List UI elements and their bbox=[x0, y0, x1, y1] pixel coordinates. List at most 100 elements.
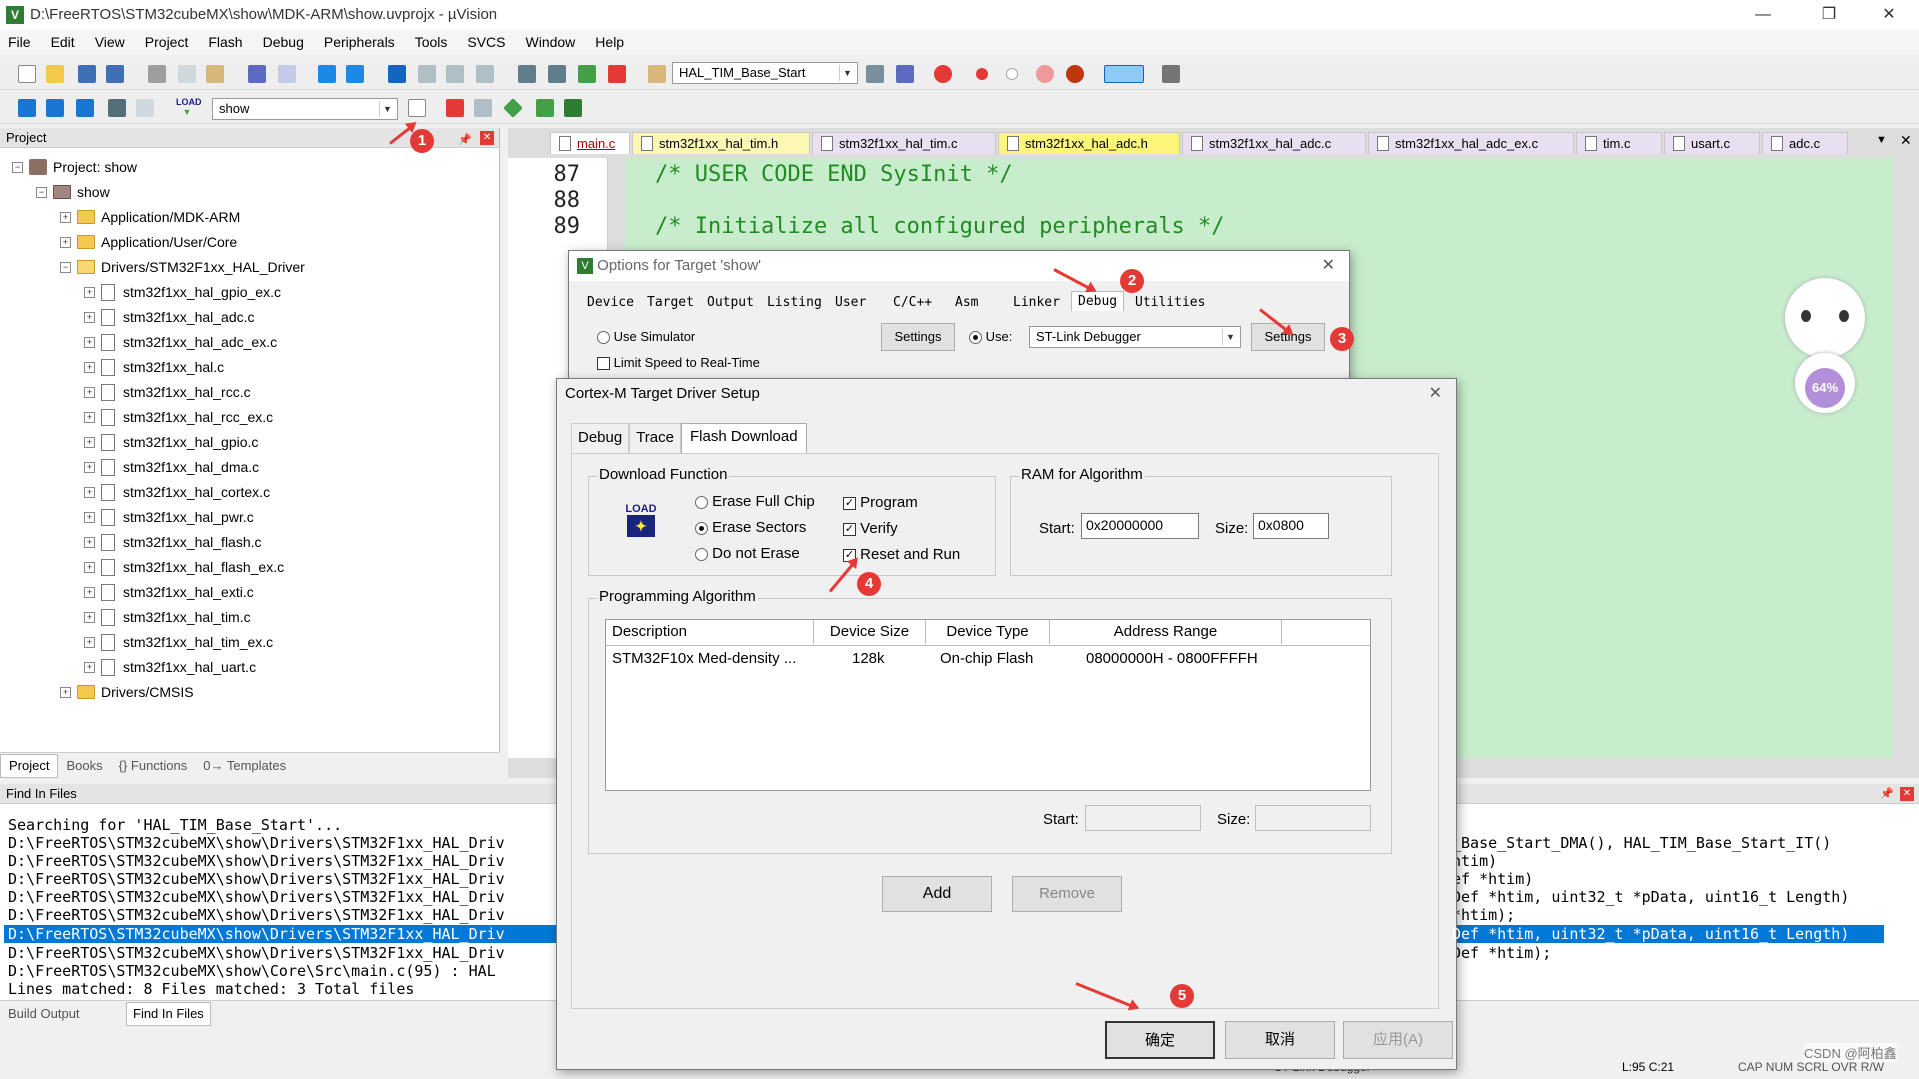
tab-trace[interactable]: Trace bbox=[629, 423, 681, 453]
menu-help[interactable]: Help bbox=[595, 34, 624, 50]
tab-hal-adc-ex-c[interactable]: stm32f1xx_hal_adc_ex.c bbox=[1368, 132, 1574, 154]
expand-icon[interactable]: + bbox=[84, 511, 95, 523]
tab-list-icon[interactable]: ▼ bbox=[1876, 134, 1887, 146]
tab-hal-adc-c[interactable]: stm32f1xx_hal_adc.c bbox=[1182, 132, 1366, 154]
ok-button[interactable]: 确定 bbox=[1105, 1021, 1215, 1059]
tab-main-c[interactable]: main.c bbox=[550, 132, 630, 154]
use-debugger-option[interactable]: Use: bbox=[969, 329, 1012, 345]
menu-svcs[interactable]: SVCS bbox=[467, 34, 505, 50]
tab-hal-tim-h[interactable]: stm32f1xx_hal_tim.h bbox=[632, 132, 810, 154]
tree-file[interactable]: + stm32f1xx_hal.c bbox=[84, 356, 224, 378]
tree-file[interactable]: + stm32f1xx_hal_pwr.c bbox=[84, 506, 254, 528]
find-icon[interactable] bbox=[866, 65, 884, 83]
close-tab-icon[interactable]: ✕ bbox=[1900, 132, 1912, 149]
tab-project[interactable]: Project bbox=[0, 753, 59, 778]
find-result-line[interactable]: Searching for 'HAL_TIM_Base_Start'... bbox=[8, 816, 342, 834]
tree-group[interactable]: − Drivers/STM32F1xx_HAL_Driver bbox=[60, 256, 305, 278]
radio-icon[interactable] bbox=[695, 547, 708, 561]
expand-icon[interactable]: + bbox=[84, 536, 95, 548]
indent-icon[interactable] bbox=[518, 65, 536, 83]
tree-file[interactable]: + stm32f1xx_hal_rcc.c bbox=[84, 381, 251, 403]
close-icon[interactable]: ✕ bbox=[1322, 251, 1335, 281]
pack-installer-icon[interactable] bbox=[503, 98, 523, 118]
limit-speed-option[interactable]: Limit Speed to Real-Time bbox=[597, 355, 760, 371]
tree-file[interactable]: + stm32f1xx_hal_uart.c bbox=[84, 656, 256, 678]
cut-icon[interactable] bbox=[148, 65, 166, 83]
collapse-icon[interactable]: − bbox=[36, 186, 47, 198]
tab-debug[interactable]: Debug bbox=[1071, 291, 1125, 311]
ram-start-input[interactable]: 0x20000000 bbox=[1081, 513, 1199, 539]
file-extensions-icon[interactable] bbox=[474, 99, 492, 117]
close-button[interactable]: ✕ bbox=[1866, 2, 1912, 28]
new-file-icon[interactable] bbox=[18, 65, 36, 83]
tree-file[interactable]: + stm32f1xx_hal_adc_ex.c bbox=[84, 331, 277, 353]
simulator-settings-button[interactable]: Settings bbox=[881, 323, 955, 351]
configure-icon[interactable] bbox=[1162, 65, 1180, 83]
radio-icon[interactable] bbox=[597, 331, 610, 345]
cancel-button[interactable]: 取消 bbox=[1225, 1021, 1335, 1059]
algo-size-input[interactable] bbox=[1255, 805, 1371, 831]
tree-target-show[interactable]: − show bbox=[36, 181, 110, 203]
tree-group[interactable]: + Application/MDK-ARM bbox=[60, 206, 240, 228]
back-icon[interactable] bbox=[318, 65, 336, 83]
tab-utilities[interactable]: Utilities bbox=[1135, 295, 1205, 310]
load-icon[interactable]: LOAD ▼ bbox=[176, 97, 202, 119]
radio-icon[interactable] bbox=[969, 331, 982, 345]
tab-adc-c[interactable]: adc.c bbox=[1762, 132, 1848, 154]
col-device-size[interactable]: Device Size bbox=[814, 620, 926, 644]
expand-icon[interactable]: + bbox=[84, 436, 95, 448]
debugger-select[interactable]: ST-Link Debugger ▼ bbox=[1029, 326, 1241, 348]
checkbox-icon[interactable]: ✓ bbox=[843, 496, 856, 510]
tab-hal-tim-c[interactable]: stm32f1xx_hal_tim.c bbox=[812, 132, 996, 154]
tab-flash-download[interactable]: Flash Download bbox=[681, 423, 807, 453]
uncomment-icon[interactable] bbox=[608, 65, 626, 83]
tree-file[interactable]: + stm32f1xx_hal_tim_ex.c bbox=[84, 631, 273, 653]
expand-icon[interactable]: + bbox=[84, 411, 95, 423]
breakpoint-icon[interactable] bbox=[976, 68, 988, 80]
window-layout-icon[interactable] bbox=[1104, 65, 1144, 83]
radio-icon[interactable] bbox=[695, 521, 708, 535]
expand-icon[interactable]: + bbox=[84, 611, 95, 623]
tab-listing[interactable]: Listing bbox=[767, 295, 822, 310]
save-icon[interactable] bbox=[78, 65, 96, 83]
tab-books[interactable]: Books bbox=[58, 758, 110, 773]
tab-target[interactable]: Target bbox=[647, 295, 694, 310]
bookmark-icon[interactable] bbox=[388, 65, 406, 83]
close-icon[interactable]: ✕ bbox=[1429, 379, 1442, 409]
menu-tools[interactable]: Tools bbox=[415, 34, 448, 50]
apply-button[interactable]: 应用(A) bbox=[1343, 1021, 1453, 1059]
select-packs-icon[interactable] bbox=[536, 99, 554, 117]
target-combo[interactable]: show ▼ bbox=[212, 98, 398, 120]
copy-icon[interactable] bbox=[178, 65, 196, 83]
algorithm-table[interactable]: Description Device Size Device Type Addr… bbox=[605, 619, 1371, 791]
tree-group[interactable]: + Application/User/Core bbox=[60, 231, 237, 253]
tab-hal-adc-h[interactable]: stm32f1xx_hal_adc.h bbox=[998, 132, 1180, 154]
collapse-icon[interactable]: − bbox=[60, 261, 71, 273]
expand-icon[interactable]: + bbox=[84, 286, 95, 298]
unindent-icon[interactable] bbox=[548, 65, 566, 83]
expand-icon[interactable]: + bbox=[84, 336, 95, 348]
kill-all-breakpoints-icon[interactable] bbox=[1066, 65, 1084, 83]
tree-file[interactable]: + stm32f1xx_hal_gpio_ex.c bbox=[84, 281, 281, 303]
tab-usart-c[interactable]: usart.c bbox=[1664, 132, 1760, 154]
manage-rte-icon[interactable] bbox=[564, 99, 582, 117]
tab-asm[interactable]: Asm bbox=[955, 295, 978, 310]
clear-bookmarks-icon[interactable] bbox=[476, 65, 494, 83]
col-device-type[interactable]: Device Type bbox=[926, 620, 1050, 644]
tab-output[interactable]: Output bbox=[707, 295, 754, 310]
tree-file[interactable]: + stm32f1xx_hal_flash.c bbox=[84, 531, 262, 553]
tab-debug[interactable]: Debug bbox=[571, 423, 630, 453]
build-icon[interactable] bbox=[46, 99, 64, 117]
tree-file[interactable]: + stm32f1xx_hal_tim.c bbox=[84, 606, 251, 628]
radio-icon[interactable] bbox=[695, 495, 708, 509]
incremental-find-icon[interactable] bbox=[896, 65, 914, 83]
batch-build-icon[interactable] bbox=[108, 99, 126, 117]
rebuild-icon[interactable] bbox=[76, 99, 94, 117]
ram-size-input[interactable]: 0x0800 bbox=[1253, 513, 1329, 539]
expand-icon[interactable]: + bbox=[60, 211, 71, 223]
paste-icon[interactable] bbox=[206, 65, 224, 83]
do-not-erase-option[interactable]: Do not Erase bbox=[695, 545, 800, 562]
expand-icon[interactable]: + bbox=[84, 586, 95, 598]
expand-icon[interactable]: + bbox=[84, 661, 95, 673]
find-result-line[interactable]: D:\FreeRTOS\STM32cubeMX\show\Drivers\STM… bbox=[8, 834, 505, 852]
